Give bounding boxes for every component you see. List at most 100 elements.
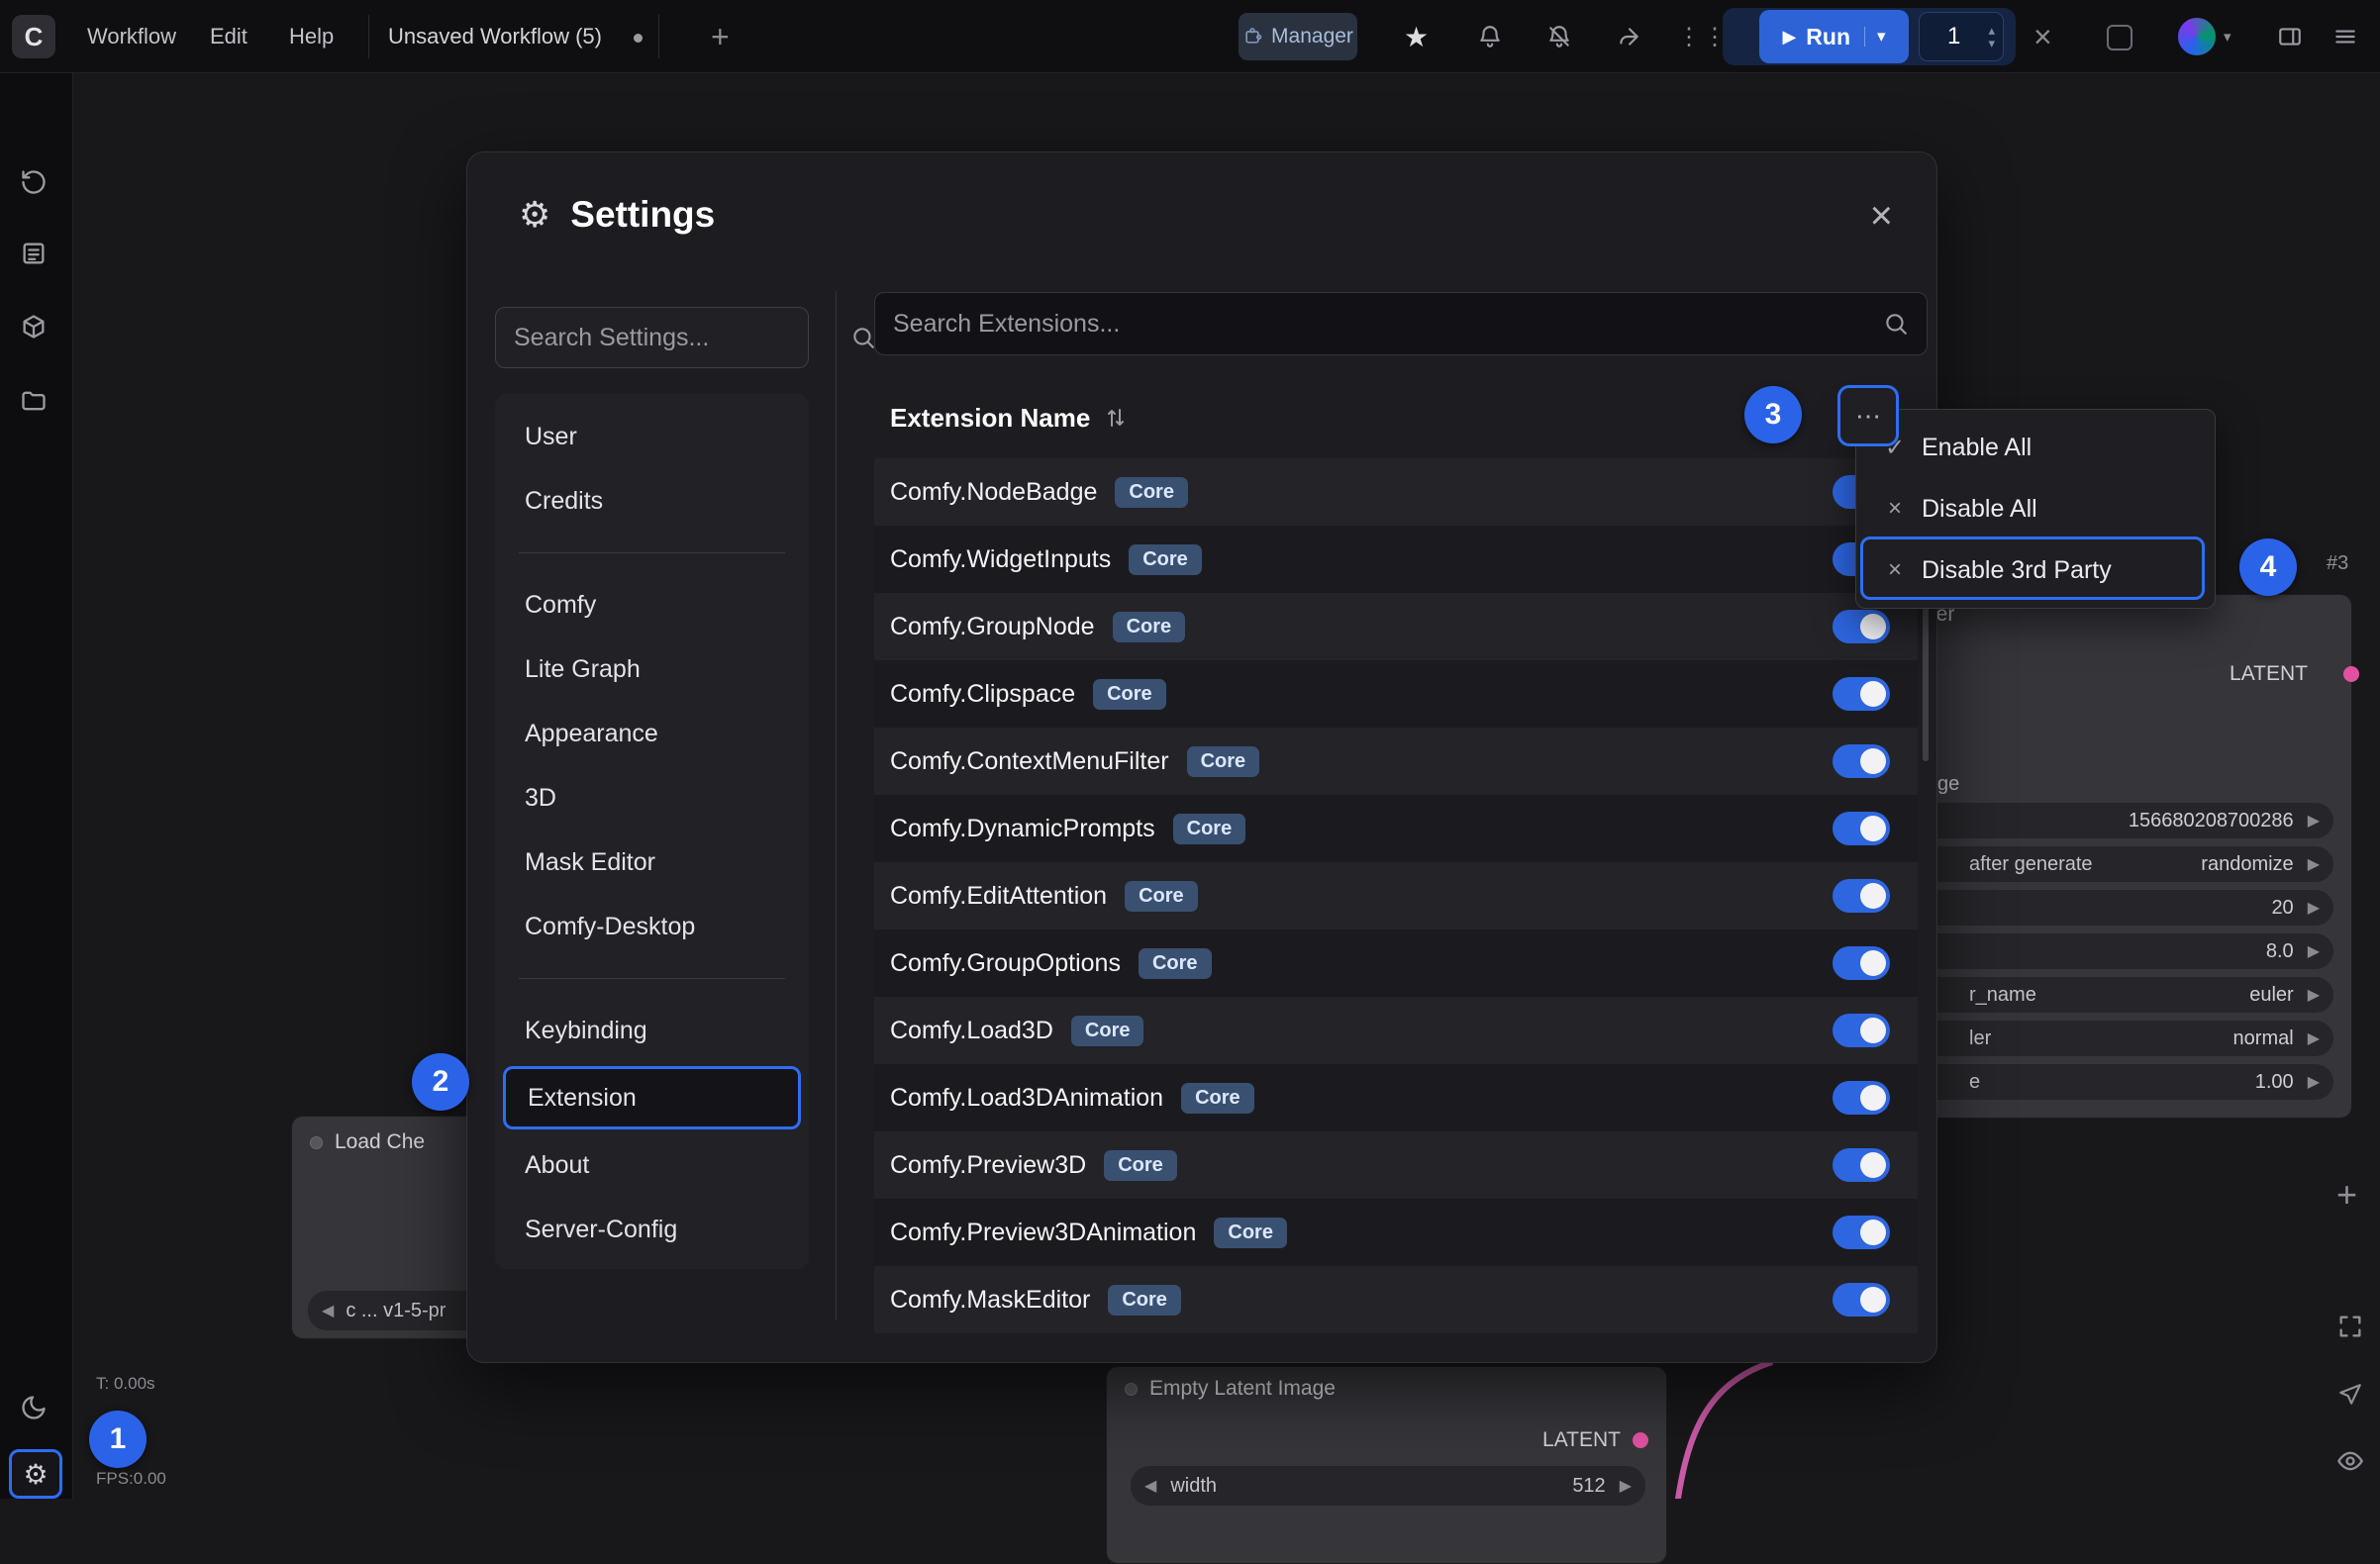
- dropdown-items: ✓Enable All×Disable All×Disable 3rd Part…: [1856, 417, 2215, 601]
- settings-nav-item-lite-graph[interactable]: Lite Graph: [503, 637, 801, 701]
- step-number: 4: [2260, 550, 2277, 584]
- widget-left-arrow-icon[interactable]: ◀: [1144, 1476, 1156, 1496]
- user-avatar[interactable]: [2176, 16, 2218, 57]
- ksampler-widget[interactable]: 8.0▶: [1892, 933, 2333, 969]
- close-icon[interactable]: ×: [1870, 196, 1893, 236]
- settings-nav-item-about[interactable]: About: [503, 1133, 801, 1197]
- extension-row: Comfy.DynamicPromptsCore: [874, 795, 1918, 862]
- widget-value: randomize: [2201, 853, 2293, 876]
- settings-gear-button[interactable]: ⚙: [9, 1449, 62, 1499]
- bell-icon[interactable]: [1477, 0, 1503, 73]
- extensions-search[interactable]: [874, 292, 1928, 355]
- settings-nav-item-user[interactable]: User: [503, 405, 801, 468]
- avatar-chevron-icon[interactable]: ▾: [2224, 0, 2231, 73]
- extension-toggle[interactable]: [1833, 879, 1890, 913]
- widget-right-arrow-icon[interactable]: ▶: [1620, 1476, 1632, 1496]
- clear-queue-icon[interactable]: ×: [2033, 0, 2052, 73]
- node-library-icon[interactable]: [20, 313, 48, 341]
- manager-button[interactable]: Manager: [1239, 13, 1357, 60]
- settings-nav-item-credits[interactable]: Credits: [503, 469, 801, 533]
- menu-edit[interactable]: Edit: [210, 0, 248, 73]
- extension-toggle[interactable]: [1833, 812, 1890, 845]
- menu-item-disable-3rd-party[interactable]: ×Disable 3rd Party: [1856, 539, 2215, 601]
- sort-icon[interactable]: [1104, 406, 1128, 430]
- extension-toggle[interactable]: [1833, 1216, 1890, 1249]
- workflow-tab[interactable]: Unsaved Workflow (5): [388, 0, 602, 73]
- widget-right-arrow-icon[interactable]: ▶: [2308, 1028, 2320, 1048]
- widget-value: 156680208700286: [2129, 810, 2294, 832]
- hamburger-menu-icon[interactable]: [2332, 0, 2358, 73]
- settings-nav-item-keybinding[interactable]: Keybinding: [503, 999, 801, 1062]
- run-button[interactable]: ▶ Run ▾: [1759, 10, 1909, 63]
- settings-search-input[interactable]: [496, 324, 850, 352]
- ksampler-widget[interactable]: lernormal▶: [1892, 1021, 2333, 1056]
- extension-name: Comfy.Clipspace: [890, 680, 1075, 709]
- comfyui-logo[interactable]: C: [12, 15, 55, 58]
- extension-name-header[interactable]: Extension Name: [890, 390, 1128, 445]
- widget-right-arrow-icon[interactable]: ▶: [2308, 811, 2320, 831]
- settings-title-row: ⚙ Settings: [519, 194, 715, 236]
- settings-nav-item-server-config[interactable]: Server-Config: [503, 1198, 801, 1261]
- bell-slash-icon[interactable]: [1546, 0, 1572, 73]
- widget-right-arrow-icon[interactable]: ▶: [2308, 985, 2320, 1005]
- ksampler-widget[interactable]: 20▶: [1892, 890, 2333, 926]
- width-widget[interactable]: ◀ width 512 ▶: [1131, 1466, 1645, 1506]
- settings-search[interactable]: [495, 307, 809, 368]
- settings-nav-item-extension[interactable]: Extension: [503, 1066, 801, 1129]
- widget-right-arrow-icon[interactable]: ▶: [2308, 898, 2320, 918]
- settings-nav-item-3d[interactable]: 3D: [503, 766, 801, 830]
- node-title: Load Che: [335, 1130, 425, 1154]
- folder-icon[interactable]: [20, 387, 48, 415]
- extension-name: Comfy.Load3DAnimation: [890, 1084, 1163, 1113]
- share-icon[interactable]: [1616, 0, 1641, 73]
- widget-left-arrow-icon[interactable]: ◀: [322, 1301, 334, 1320]
- extension-toggle[interactable]: [1833, 744, 1890, 778]
- ksampler-widget[interactable]: r_nameeuler▶: [1892, 977, 2333, 1013]
- extensions-search-input[interactable]: [875, 310, 1883, 339]
- empty-latent-image-node[interactable]: Empty Latent Image LATENT ◀ width 512 ▶: [1106, 1366, 1667, 1564]
- step-number: 3: [1765, 398, 1782, 432]
- node-collapse-dot[interactable]: [310, 1136, 323, 1149]
- widget-right-arrow-icon[interactable]: ▶: [2308, 854, 2320, 874]
- core-badge: Core: [1214, 1218, 1287, 1248]
- gear-icon: ⚙: [23, 1458, 48, 1491]
- extension-options-button[interactable]: ⋯: [1837, 385, 1899, 446]
- ksampler-node[interactable]: ler LATENT ge 156680208700286▶after gene…: [1871, 594, 2352, 1119]
- panel-toggle-icon[interactable]: [2277, 0, 2303, 73]
- settings-nav-item-comfy[interactable]: Comfy: [503, 573, 801, 636]
- settings-dialog: ⚙ Settings × UserCreditsComfyLite GraphA…: [466, 151, 1937, 1363]
- stop-square-icon[interactable]: [2107, 25, 2132, 50]
- extension-toggle[interactable]: [1833, 1081, 1890, 1115]
- workflows-list-icon[interactable]: [20, 240, 48, 267]
- ksampler-widget[interactable]: after generaterandomize▶: [1892, 846, 2333, 882]
- widget-right-arrow-icon[interactable]: ▶: [2308, 941, 2320, 961]
- run-options-chevron-icon[interactable]: ▾: [1864, 27, 1886, 47]
- drag-handle-icon[interactable]: ⋮⋮: [1677, 0, 1729, 73]
- menu-workflow[interactable]: Workflow: [87, 0, 176, 73]
- extension-toggle[interactable]: [1833, 946, 1890, 980]
- settings-nav-item-appearance[interactable]: Appearance: [503, 702, 801, 765]
- settings-nav-item-comfy-desktop[interactable]: Comfy-Desktop: [503, 895, 801, 958]
- node-collapse-dot[interactable]: [1125, 1383, 1138, 1396]
- settings-nav-item-mask-editor[interactable]: Mask Editor: [503, 831, 801, 894]
- extension-toggle[interactable]: [1833, 1283, 1890, 1317]
- widget-right-arrow-icon[interactable]: ▶: [2308, 1072, 2320, 1092]
- extension-toggle[interactable]: [1833, 1014, 1890, 1047]
- menu-help[interactable]: Help: [289, 0, 334, 73]
- extension-toggle[interactable]: [1833, 610, 1890, 643]
- latent-output-dot[interactable]: [1633, 1432, 1648, 1448]
- favorite-star-icon[interactable]: ★: [1404, 0, 1429, 73]
- core-badge: Core: [1071, 1016, 1144, 1046]
- queue-count-stepper[interactable]: 1 ▴ ▾: [1919, 12, 2004, 61]
- queue-count: 1: [1920, 23, 1988, 50]
- ksampler-widget[interactable]: e1.00▶: [1892, 1064, 2333, 1100]
- extension-toggle[interactable]: [1833, 1148, 1890, 1182]
- extension-toggle[interactable]: [1833, 677, 1890, 711]
- new-tab-button[interactable]: +: [711, 0, 730, 73]
- menu-item-disable-all[interactable]: ×Disable All: [1856, 478, 2215, 539]
- stepper-down-icon[interactable]: ▾: [1988, 37, 1995, 49]
- menu-item-enable-all[interactable]: ✓Enable All: [1856, 417, 2215, 478]
- ksampler-widget[interactable]: 156680208700286 ▶: [1892, 803, 2333, 838]
- history-icon[interactable]: [20, 168, 48, 196]
- theme-moon-icon[interactable]: [20, 1394, 48, 1421]
